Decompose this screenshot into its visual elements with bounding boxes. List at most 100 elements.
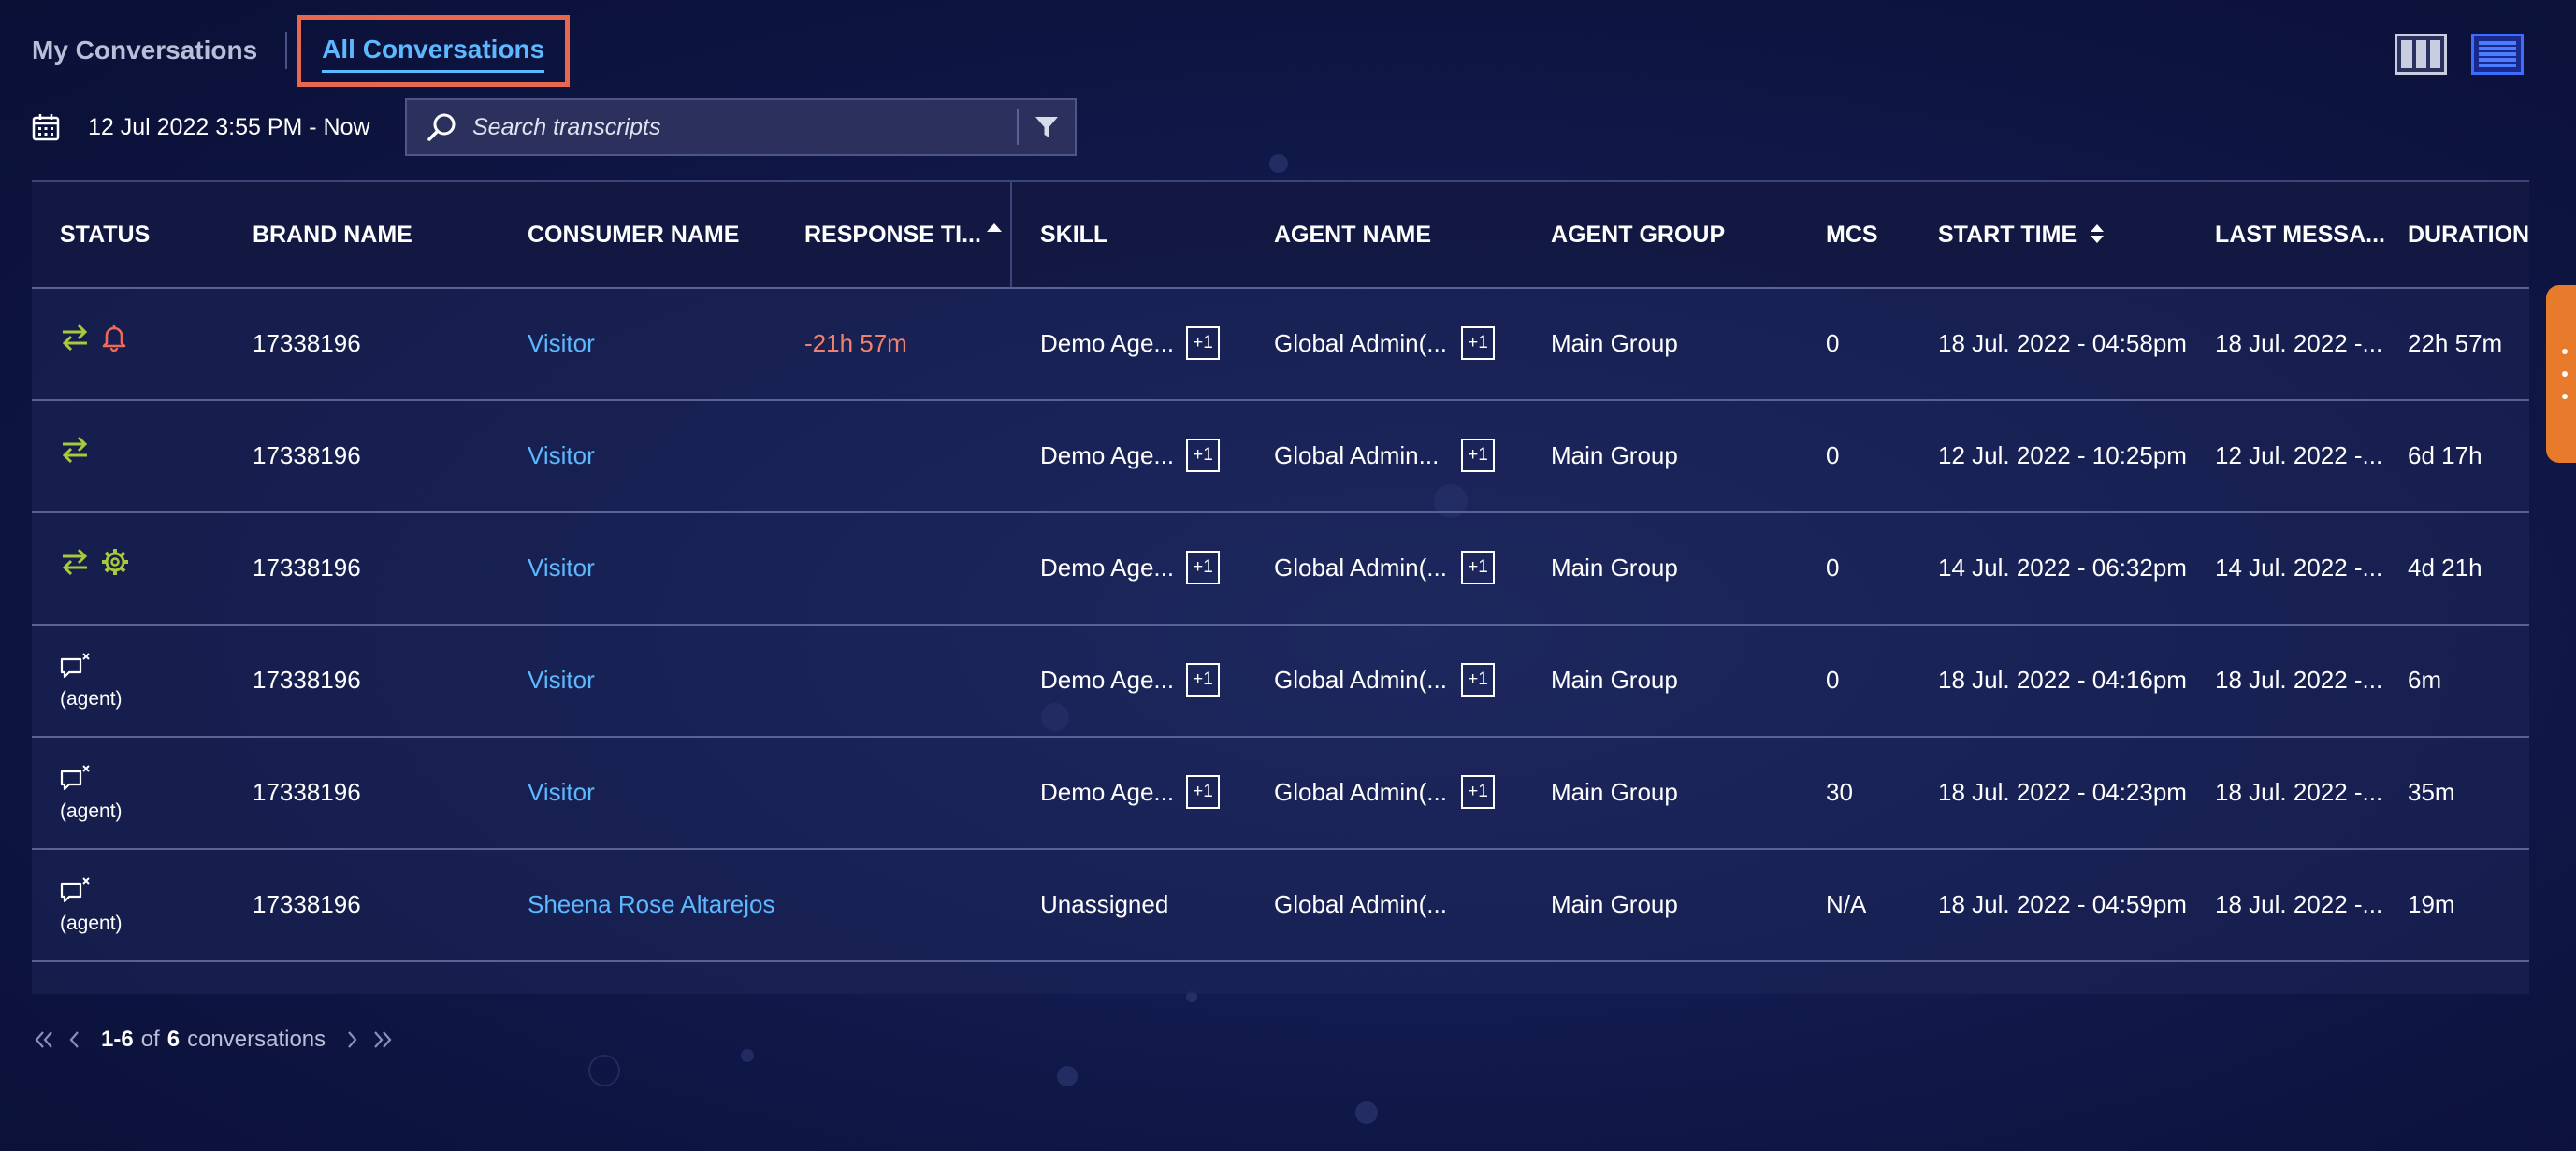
header-start-time-label: START TIME xyxy=(1938,222,2077,248)
closed-chat-icon xyxy=(60,765,92,798)
agent-more-button[interactable]: +1 xyxy=(1461,326,1495,360)
brand-name-cell: 17338196 xyxy=(253,890,361,918)
transfer-icon xyxy=(60,435,90,469)
start-time-cell: 18 Jul. 2022 - 04:58pm xyxy=(1938,329,2187,357)
status-label: (agent) xyxy=(60,688,123,710)
side-panel-handle[interactable] xyxy=(2546,285,2576,463)
agent-name-cell: Global Admin... xyxy=(1274,441,1440,469)
skill-more-button[interactable]: +1 xyxy=(1186,439,1220,472)
start-time-cell: 12 Jul. 2022 - 10:25pm xyxy=(1938,441,2187,469)
consumer-name-link[interactable]: Visitor xyxy=(528,624,799,736)
duration-cell: 22h 57m xyxy=(2408,329,2503,357)
first-page-icon[interactable] xyxy=(32,1028,56,1052)
search-input[interactable] xyxy=(470,112,1017,142)
filter-icon xyxy=(1035,117,1058,137)
last-message-cell: 18 Jul. 2022 -... xyxy=(2215,329,2383,357)
conversation-tabs: My Conversations All Conversations xyxy=(32,13,571,88)
table-row[interactable]: 17338196 Visitor Demo Age... +1 Global Admin… xyxy=(32,511,2529,626)
duration-cell: 6d 17h xyxy=(2408,441,2482,469)
header-agent-name[interactable]: AGENT NAME xyxy=(1274,182,1431,287)
start-time-cell: 18 Jul. 2022 - 04:59pm xyxy=(1938,890,2187,918)
skill-more-button[interactable]: +1 xyxy=(1186,551,1220,584)
page-of-label: of xyxy=(140,1027,160,1052)
duration-cell: 35m xyxy=(2408,778,2455,806)
header-agent-group[interactable]: AGENT GROUP xyxy=(1551,182,1725,287)
prev-page-icon[interactable] xyxy=(62,1028,86,1052)
gear-icon xyxy=(101,548,129,581)
header-consumer-name[interactable]: CONSUMER NAME xyxy=(528,182,739,287)
mcs-cell: N/A xyxy=(1826,890,1867,918)
agent-group-cell: Main Group xyxy=(1551,890,1678,918)
next-page-icon[interactable] xyxy=(340,1028,365,1052)
consumer-name-link[interactable]: Visitor xyxy=(528,511,799,624)
start-time-cell: 18 Jul. 2022 - 04:23pm xyxy=(1938,778,2187,806)
skill-more-button[interactable]: +1 xyxy=(1186,775,1220,809)
response-time-cell xyxy=(804,624,1001,736)
agent-name-cell: Global Admin(... xyxy=(1274,554,1447,582)
agent-group-cell: Main Group xyxy=(1551,554,1678,582)
header-skill[interactable]: SKILL xyxy=(1040,182,1107,287)
status-cell: (agent) xyxy=(60,876,144,935)
last-message-cell: 18 Jul. 2022 -... xyxy=(2215,778,2383,806)
tab-my-conversations[interactable]: My Conversations xyxy=(32,32,288,69)
date-range-picker[interactable]: 12 Jul 2022 3:55 PM - Now xyxy=(32,105,370,150)
mcs-cell: 0 xyxy=(1826,554,1840,582)
header-brand-name[interactable]: BRAND NAME xyxy=(253,182,412,287)
table-row[interactable]: (agent) 17338196 Visitor Demo Age... +1 Globa… xyxy=(32,624,2529,738)
consumer-name-link[interactable]: Visitor xyxy=(528,399,799,511)
skill-cell: Unassigned xyxy=(1040,890,1169,918)
table-row[interactable]: (agent) 17338196 Sheena Rose Altarejos Unas… xyxy=(32,848,2529,962)
table-row[interactable]: 17338196 Visitor -21h 57m Demo Age... +1 Glob… xyxy=(32,287,2529,401)
header-last-message[interactable]: LAST MESSA... xyxy=(2215,182,2385,287)
background-dot xyxy=(1057,1066,1078,1086)
search-icon xyxy=(427,113,456,141)
header-start-time[interactable]: START TIME xyxy=(1938,182,2105,287)
last-message-cell: 18 Jul. 2022 -... xyxy=(2215,666,2383,694)
header-response-time[interactable]: RESPONSE TI... xyxy=(804,182,1002,287)
table-row[interactable]: 17338196 Visitor Demo Age... +1 Global Admin… xyxy=(32,399,2529,513)
last-page-icon[interactable] xyxy=(370,1028,395,1052)
duration-cell: 19m xyxy=(2408,890,2455,918)
filter-button[interactable] xyxy=(1019,99,1075,155)
header-divider[interactable] xyxy=(1010,182,1012,287)
page-total: 6 xyxy=(166,1027,181,1052)
last-message-cell: 18 Jul. 2022 -... xyxy=(2215,890,2383,918)
closed-chat-icon xyxy=(60,877,92,910)
table-header: STATUS BRAND NAME CONSUMER NAME RESPONSE… xyxy=(32,182,2529,289)
tab-all-conversations[interactable]: All Conversations xyxy=(322,35,545,73)
consumer-name-link[interactable]: Visitor xyxy=(528,736,799,848)
skill-more-button[interactable]: +1 xyxy=(1186,663,1220,697)
response-time-cell xyxy=(804,736,1001,848)
consumer-name-link[interactable]: Sheena Rose Altarejos xyxy=(528,848,799,960)
agent-group-cell: Main Group xyxy=(1551,778,1678,806)
columns-view-icon[interactable] xyxy=(2395,34,2447,75)
table-row[interactable]: (agent) 17338196 Visitor Demo Age... +1 Globa… xyxy=(32,736,2529,850)
consumer-name-link[interactable]: Visitor xyxy=(528,287,799,399)
response-time-cell xyxy=(804,848,1001,960)
skill-more-button[interactable]: +1 xyxy=(1186,326,1220,360)
agent-more-button[interactable]: +1 xyxy=(1461,551,1495,584)
date-range-text: 12 Jul 2022 3:55 PM - Now xyxy=(88,113,370,140)
agent-more-button[interactable]: +1 xyxy=(1461,775,1495,809)
sort-icon xyxy=(2091,224,2105,244)
agent-more-button[interactable]: +1 xyxy=(1461,663,1495,697)
header-mcs[interactable]: MCS xyxy=(1826,182,1878,287)
mcs-cell: 30 xyxy=(1826,778,1853,806)
search-bar xyxy=(405,98,1077,156)
brand-name-cell: 17338196 xyxy=(253,329,361,357)
header-duration[interactable]: DURATION xyxy=(2408,182,2529,287)
calendar-icon xyxy=(32,114,60,141)
last-message-cell: 12 Jul. 2022 -... xyxy=(2215,441,2383,469)
list-view-icon[interactable] xyxy=(2471,34,2524,75)
agent-more-button[interactable]: +1 xyxy=(1461,439,1495,472)
start-time-cell: 18 Jul. 2022 - 04:16pm xyxy=(1938,666,2187,694)
mcs-cell: 0 xyxy=(1826,666,1840,694)
header-status[interactable]: STATUS xyxy=(60,182,150,287)
agent-group-cell: Main Group xyxy=(1551,441,1678,469)
last-message-cell: 14 Jul. 2022 -... xyxy=(2215,554,2383,582)
duration-cell: 6m xyxy=(2408,666,2442,694)
start-time-cell: 14 Jul. 2022 - 06:32pm xyxy=(1938,554,2187,582)
agent-group-cell: Main Group xyxy=(1551,329,1678,357)
mcs-cell: 0 xyxy=(1826,329,1840,357)
page-range: 1-6 xyxy=(101,1027,134,1052)
